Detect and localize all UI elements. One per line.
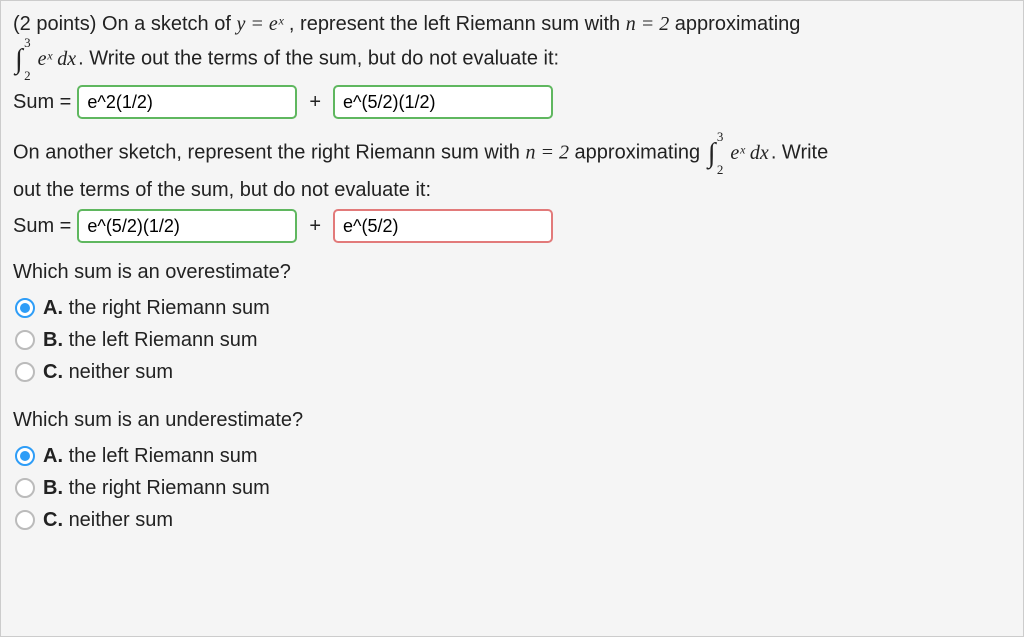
overestimate-prompt: Which sum is an overestimate? xyxy=(13,257,1011,287)
text-fragment: . Write out the terms of the sum, but do… xyxy=(78,48,559,70)
option-text: neither sum xyxy=(69,509,174,531)
left-sum-term-1-input[interactable] xyxy=(77,85,297,119)
integral-upper: 3 xyxy=(24,33,31,53)
text-fragment: On a sketch of xyxy=(102,13,237,35)
right-sum-term-2-input[interactable] xyxy=(333,209,553,243)
paragraph-1b: ∫ 3 2 eˣ dx . Write out the terms of the… xyxy=(13,39,1011,81)
integral-symbol: ∫ 3 2 xyxy=(15,39,23,81)
sum-row-1: Sum = + xyxy=(13,85,1011,119)
underestimate-prompt: Which sum is an underestimate? xyxy=(13,405,1011,435)
radio-button[interactable] xyxy=(15,446,35,466)
radio-button[interactable] xyxy=(15,478,35,498)
plus-sign: + xyxy=(303,211,327,241)
underestimate-options: A. the left Riemann sum B. the right Rie… xyxy=(13,441,1011,535)
option-over-a[interactable]: A. the right Riemann sum xyxy=(13,293,1011,323)
integral-upper: 3 xyxy=(717,127,724,147)
option-text: neither sum xyxy=(69,361,174,383)
integral-body: eˣ dx xyxy=(38,48,76,70)
question-panel: (2 points) On a sketch of y = eˣ , repre… xyxy=(0,0,1024,637)
option-letter: A. xyxy=(43,297,63,319)
integral-body: eˣ dx xyxy=(730,142,768,164)
option-over-b[interactable]: B. the left Riemann sum xyxy=(13,325,1011,355)
integral-lower: 2 xyxy=(717,160,724,180)
option-under-b[interactable]: B. the right Riemann sum xyxy=(13,473,1011,503)
paragraph-2: On another sketch, represent the right R… xyxy=(13,133,1011,175)
points-label: (2 points) xyxy=(13,13,102,35)
plus-sign: + xyxy=(303,87,327,117)
integral-2: ∫ 3 2 eˣ dx xyxy=(708,133,769,175)
paragraph-2b: out the terms of the sum, but do not eva… xyxy=(13,175,1011,205)
radio-button[interactable] xyxy=(15,330,35,350)
option-over-c[interactable]: C. neither sum xyxy=(13,357,1011,387)
option-text: the right Riemann sum xyxy=(69,477,270,499)
left-sum-term-2-input[interactable] xyxy=(333,85,553,119)
text-fragment: approximating xyxy=(569,142,706,164)
radio-button[interactable] xyxy=(15,298,35,318)
option-letter: C. xyxy=(43,509,63,531)
option-text: the left Riemann sum xyxy=(69,445,258,467)
overestimate-options: A. the right Riemann sum B. the left Rie… xyxy=(13,293,1011,387)
radio-button[interactable] xyxy=(15,510,35,530)
option-under-a[interactable]: A. the left Riemann sum xyxy=(13,441,1011,471)
option-under-c[interactable]: C. neither sum xyxy=(13,505,1011,535)
right-sum-term-1-input[interactable] xyxy=(77,209,297,243)
equation-y: y = eˣ xyxy=(236,13,283,35)
option-letter: B. xyxy=(43,477,63,499)
option-text: the left Riemann sum xyxy=(69,329,258,351)
integral-1: ∫ 3 2 eˣ dx xyxy=(15,39,76,81)
text-fragment: approximating xyxy=(669,13,800,35)
equation-n-2: n = 2 xyxy=(525,142,569,164)
option-letter: C. xyxy=(43,361,63,383)
text-fragment: On another sketch, represent the right R… xyxy=(13,142,525,164)
sum-label: Sum = xyxy=(13,211,71,241)
option-letter: B. xyxy=(43,329,63,351)
integral-lower: 2 xyxy=(24,66,31,86)
text-fragment: , represent the left Riemann sum with xyxy=(283,13,625,35)
equation-n: n = 2 xyxy=(626,13,670,35)
integral-symbol: ∫ 3 2 xyxy=(708,133,716,175)
option-text: the right Riemann sum xyxy=(69,297,270,319)
paragraph-1: (2 points) On a sketch of y = eˣ , repre… xyxy=(13,9,1011,39)
text-fragment: . Write xyxy=(771,142,828,164)
text-fragment: out the terms of the sum, but do not eva… xyxy=(13,179,431,201)
sum-label: Sum = xyxy=(13,87,71,117)
radio-button[interactable] xyxy=(15,362,35,382)
sum-row-2: Sum = + xyxy=(13,209,1011,243)
option-letter: A. xyxy=(43,445,63,467)
